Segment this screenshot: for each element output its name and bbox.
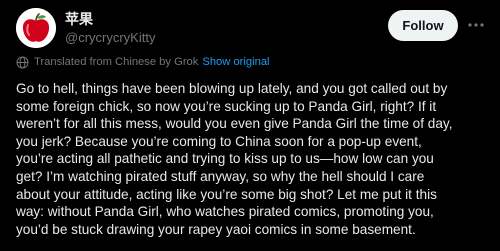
show-original-link[interactable]: Show original bbox=[202, 55, 269, 69]
translation-notice: Translated from Chinese by Grok Show ori… bbox=[16, 55, 270, 69]
post-text-line: weren’t for all this mess, would you eve… bbox=[16, 116, 453, 132]
post-text-line: way: without Panda Girl, who watches pir… bbox=[16, 204, 434, 220]
post: 苹果 @crycrycryKitty Follow Translated fro… bbox=[0, 0, 500, 251]
post-text-line: you’re acting all pathetic and trying to… bbox=[16, 151, 434, 167]
user-handle[interactable]: @crycrycryKitty bbox=[65, 30, 155, 46]
post-text-line: you jerk? Because you’re coming to China… bbox=[16, 133, 422, 149]
globe-icon bbox=[16, 56, 29, 69]
more-button[interactable] bbox=[465, 14, 487, 36]
follow-button[interactable]: Follow bbox=[388, 10, 458, 41]
post-text-line: Go to hell, things have been blowing up … bbox=[16, 81, 448, 96]
avatar[interactable] bbox=[16, 8, 56, 48]
post-text-line: get? I’m watching pirated stuff anyway, … bbox=[16, 168, 425, 184]
more-dots-icon bbox=[468, 23, 484, 27]
post-text-line: you’d be stuck drawing your rapey yaoi c… bbox=[16, 221, 416, 237]
post-text-line: about your attitude, acting like you’re … bbox=[16, 186, 437, 202]
post-text-line: some foreign chick, so now you’re suckin… bbox=[16, 98, 437, 114]
display-name[interactable]: 苹果 bbox=[65, 11, 93, 28]
red-apple-icon bbox=[16, 8, 56, 48]
translation-note: Translated from Chinese by Grok bbox=[34, 56, 199, 68]
post-text: Go to hell, things have been blowing up … bbox=[16, 80, 492, 238]
